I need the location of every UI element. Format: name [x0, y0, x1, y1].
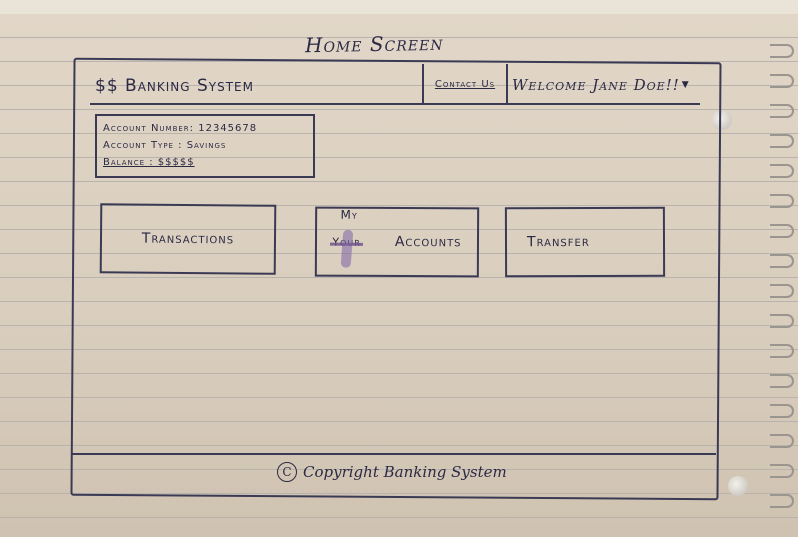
- contact-us-label: Contact Us: [434, 78, 496, 90]
- spiral-binding: [770, 404, 794, 418]
- copyright-icon: C: [277, 462, 297, 482]
- my-label: My: [340, 207, 358, 222]
- pen-scribble: [340, 229, 354, 269]
- my-accounts-button[interactable]: My Your Accounts: [314, 206, 480, 278]
- spiral-binding: [770, 254, 794, 268]
- spiral-binding: [770, 434, 794, 448]
- chevron-down-icon: ▼: [681, 80, 690, 90]
- my-accounts-prefix: My Your: [332, 208, 361, 269]
- spiral-binding: [770, 194, 794, 208]
- spiral-binding: [770, 464, 794, 478]
- app-logo: $$ Banking System: [95, 76, 254, 96]
- spiral-binding: [770, 374, 794, 388]
- account-summary: Account Number: 12345678 Account Type : …: [95, 114, 315, 178]
- spiral-binding: [770, 494, 794, 508]
- spiral-binding: [770, 314, 794, 328]
- spiral-binding: [770, 344, 794, 358]
- spiral-binding: [770, 284, 794, 298]
- header-divider: [90, 103, 700, 105]
- contact-us-link[interactable]: Contact Us: [422, 64, 508, 104]
- spiral-binding: [770, 164, 794, 178]
- transactions-button[interactable]: Transactions: [99, 203, 277, 275]
- spiral-binding: [770, 224, 794, 238]
- copyright-text: Copyright Banking System: [303, 463, 507, 481]
- account-number: Account Number: 12345678: [103, 123, 258, 134]
- page-title: Home Screen: [304, 30, 444, 58]
- welcome-text: Welcome Jane Doe!!: [512, 76, 680, 94]
- footer-copyright: C Copyright Banking System: [277, 462, 507, 482]
- transactions-label: Transactions: [141, 230, 235, 248]
- binder-hole: [728, 476, 748, 496]
- spiral-binding: [770, 134, 794, 148]
- accounts-label: Accounts: [394, 233, 462, 251]
- account-balance: Balance : $$$$$: [103, 157, 195, 168]
- spiral-binding: [770, 104, 794, 118]
- transfer-button[interactable]: Transfer: [504, 206, 666, 278]
- footer-divider: [72, 453, 716, 455]
- user-menu[interactable]: Welcome Jane Doe!! ▼: [512, 76, 690, 94]
- spiral-binding: [770, 44, 794, 58]
- account-type: Account Type : Savings: [103, 140, 227, 151]
- transfer-label: Transfer: [526, 233, 590, 251]
- spiral-binding: [770, 74, 794, 88]
